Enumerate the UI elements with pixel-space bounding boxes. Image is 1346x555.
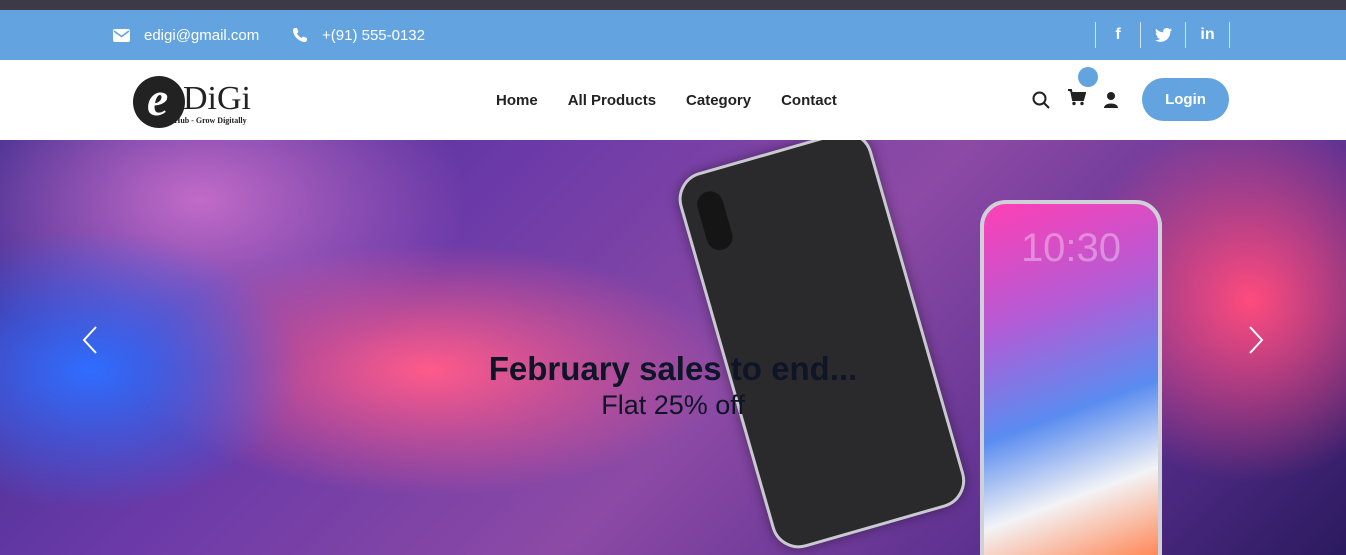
- logo-name: DiGi: [183, 80, 251, 117]
- phone-icon: [293, 28, 307, 42]
- site-logo[interactable]: e DiGi Digital Hub - Grow Digitally: [133, 73, 278, 128]
- user-icon[interactable]: [1104, 92, 1118, 108]
- nav-contact[interactable]: Contact: [781, 92, 837, 109]
- hero-title: February sales to end...: [488, 350, 858, 387]
- nav-all-products[interactable]: All Products: [568, 92, 656, 109]
- phone-text[interactable]: +(91) 555-0132: [322, 27, 425, 44]
- phone-contact[interactable]: +(91) 555-0132: [292, 10, 425, 60]
- login-button[interactable]: Login: [1142, 78, 1229, 121]
- top-strip: [0, 0, 1346, 10]
- phone-screen-time: 10:30: [1020, 226, 1122, 270]
- nav-icons: [1032, 60, 1118, 140]
- hero-phone-back: [672, 140, 972, 555]
- social-links: f in: [1095, 22, 1230, 48]
- logo-tagline: Digital Hub - Grow Digitally: [149, 116, 247, 125]
- hero-caption: February sales to end... Flat 25% off: [0, 350, 1346, 421]
- contact-bar: edigi@gmail.com +(91) 555-0132 f in: [0, 10, 1346, 60]
- linkedin-icon[interactable]: in: [1185, 22, 1230, 48]
- primary-menu: Home All Products Category Contact: [496, 60, 837, 140]
- cart-badge: [1078, 67, 1098, 87]
- hero-carousel: 10:30 February sales to end... Flat 25% …: [0, 140, 1346, 555]
- hero-subtitle: Flat 25% off: [601, 390, 745, 420]
- cart-icon: [1068, 89, 1087, 106]
- main-navbar: e DiGi Digital Hub - Grow Digitally Home…: [0, 60, 1346, 140]
- phone-camera: [694, 188, 736, 254]
- nav-home[interactable]: Home: [496, 92, 538, 109]
- email-contact[interactable]: edigi@gmail.com: [113, 10, 259, 60]
- twitter-icon[interactable]: [1140, 22, 1185, 48]
- email-text[interactable]: edigi@gmail.com: [144, 27, 259, 44]
- facebook-icon[interactable]: f: [1095, 22, 1140, 48]
- envelope-icon: [113, 28, 130, 42]
- search-icon[interactable]: [1032, 91, 1050, 109]
- cart-button[interactable]: [1068, 67, 1098, 111]
- nav-category[interactable]: Category: [686, 92, 751, 109]
